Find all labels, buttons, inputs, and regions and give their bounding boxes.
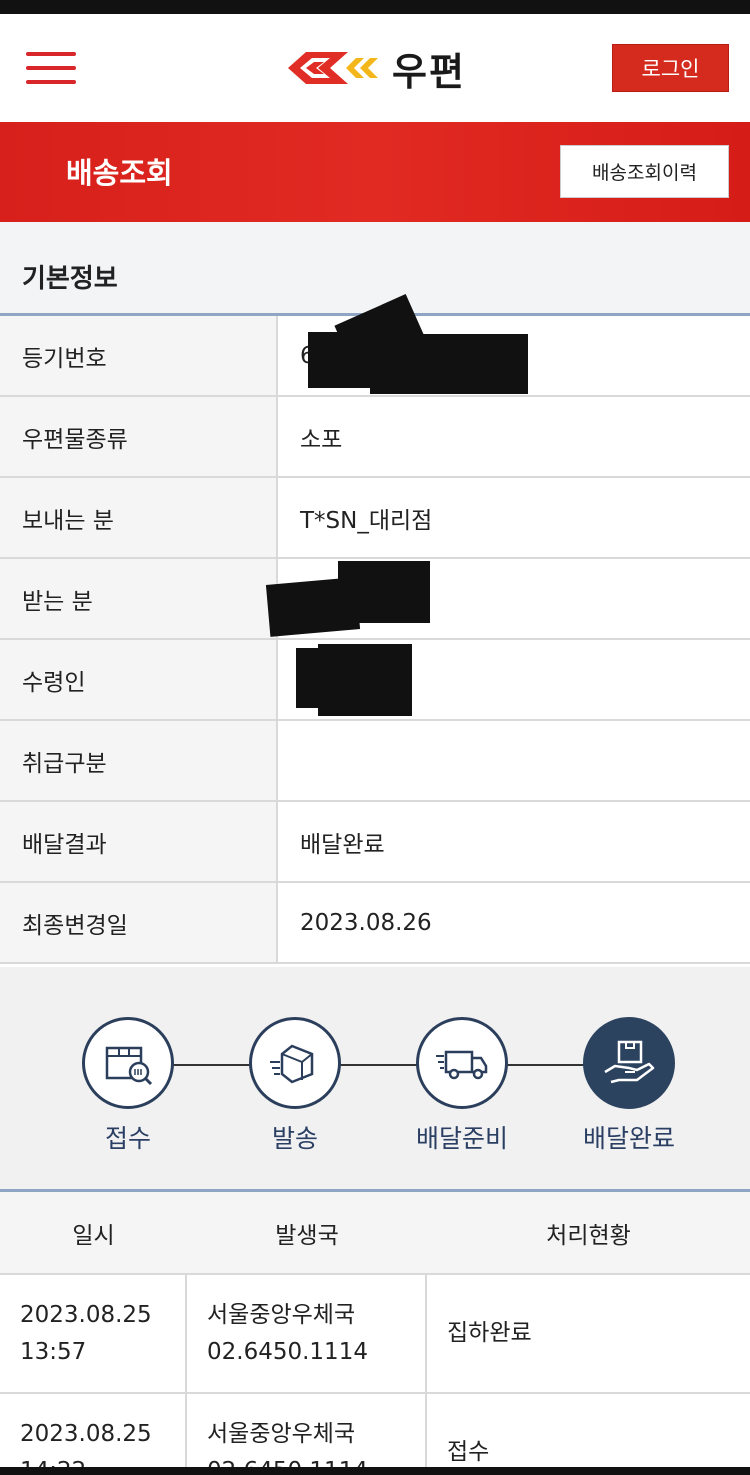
step-label: 배달준비 [415, 1124, 508, 1153]
page-banner: 배송조회 배송조회이력 [0, 122, 750, 222]
info-row-mail-type: 우편물종류 소포 [0, 397, 750, 478]
box-scan-icon [82, 1017, 174, 1109]
info-label: 우편물종류 [0, 397, 278, 476]
step-delivered: 배달완료 [554, 1017, 704, 1155]
datetime-cell: 2023.08.25 14:22 [0, 1394, 187, 1475]
info-row-receiver: 수령인 조 [0, 640, 750, 721]
info-label: 등기번호 [0, 316, 278, 395]
tracking-history-button[interactable]: 배송조회이력 [560, 145, 729, 198]
info-row-recipient: 받는 분 [0, 559, 750, 640]
info-value: 조 [278, 640, 750, 719]
time-text: 13:57 [20, 1338, 87, 1365]
office-link[interactable]: 서울중앙우체국 [207, 1416, 425, 1453]
hand-box-icon [583, 1017, 675, 1109]
info-value [265, 559, 750, 638]
date-text: 2023.08.25 [20, 1301, 152, 1328]
office-cell: 서울중앙우체국 02.6450.1114 [187, 1275, 427, 1392]
info-row-last-updated: 최종변경일 2023.08.26 [0, 883, 750, 964]
redaction-mark [318, 644, 412, 716]
info-value: 소포 [300, 426, 343, 453]
delivery-truck-icon [416, 1017, 508, 1109]
info-value: T*SN_대리점 [300, 507, 433, 534]
delivery-progress: 접수 발송 배달준비 배달완료 [0, 967, 750, 1192]
top-header: 우편 로그인 [0, 14, 750, 122]
info-label: 배달결과 [0, 802, 278, 881]
redaction-mark [338, 561, 430, 623]
office-phone[interactable]: 02.6450.1114 [207, 1334, 425, 1371]
info-row-handling-type: 취급구분 [0, 721, 750, 802]
page-title: 배송조회 [66, 156, 173, 190]
moving-box-icon [249, 1017, 341, 1109]
info-label: 받는 분 [0, 559, 278, 638]
info-value [278, 721, 750, 800]
step-received: 접수 [53, 1017, 203, 1155]
column-header-datetime: 일시 [72, 1222, 115, 1249]
info-label: 최종변경일 [0, 883, 278, 962]
bottom-bar [0, 1467, 750, 1475]
step-label: 접수 [104, 1124, 151, 1153]
date-text: 2023.08.25 [20, 1420, 152, 1447]
office-cell: 서울중앙우체국 02.6450.1114 [187, 1394, 427, 1475]
status-cell: 접수 [447, 1439, 490, 1465]
progress-line [128, 1064, 628, 1066]
brand-logo[interactable]: 우편 [284, 44, 466, 94]
basic-info-table: 등기번호 6 우편물종류 소포 보내는 분 T*SN_대리점 받는 분 수령인 … [0, 294, 750, 964]
status-bar [0, 0, 750, 14]
table-row: 2023.08.25 13:57 서울중앙우체국 02.6450.1114 집하… [0, 1275, 750, 1394]
table-row: 2023.08.25 14:22 서울중앙우체국 02.6450.1114 접수 [0, 1394, 750, 1475]
info-row-delivery-result: 배달결과 배달완료 [0, 802, 750, 883]
tracking-table-header: 일시 발생국 처리현황 [0, 1192, 750, 1275]
hamburger-menu-icon[interactable] [26, 52, 76, 86]
post-logo-icon [288, 52, 378, 84]
step-label: 배달완료 [582, 1124, 675, 1153]
info-value: 배달완료 [300, 831, 385, 858]
info-row-registration-number: 등기번호 6 [0, 294, 750, 397]
step-ready-for-delivery: 배달준비 [387, 1017, 537, 1155]
basic-info-header: 기본정보 [0, 222, 750, 316]
info-value: 2023.08.26 [300, 909, 432, 936]
tracking-table: 일시 발생국 처리현황 2023.08.25 13:57 서울중앙우체국 02.… [0, 1192, 750, 1475]
office-link[interactable]: 서울중앙우체국 [207, 1297, 425, 1334]
column-header-office: 발생국 [275, 1222, 339, 1249]
info-label: 보내는 분 [0, 478, 278, 557]
info-value: 6 [278, 294, 750, 395]
login-button[interactable]: 로그인 [612, 44, 729, 92]
step-label: 발송 [271, 1124, 318, 1153]
info-label: 수령인 [0, 640, 278, 719]
status-cell: 집하완료 [447, 1320, 532, 1346]
info-label: 취급구분 [0, 721, 278, 800]
datetime-cell: 2023.08.25 13:57 [0, 1275, 187, 1392]
brand-name: 우편 [392, 49, 466, 94]
step-dispatched: 발송 [220, 1017, 370, 1155]
info-row-sender: 보내는 분 T*SN_대리점 [0, 478, 750, 559]
column-header-status: 처리현황 [546, 1222, 631, 1249]
section-title: 기본정보 [22, 264, 118, 294]
